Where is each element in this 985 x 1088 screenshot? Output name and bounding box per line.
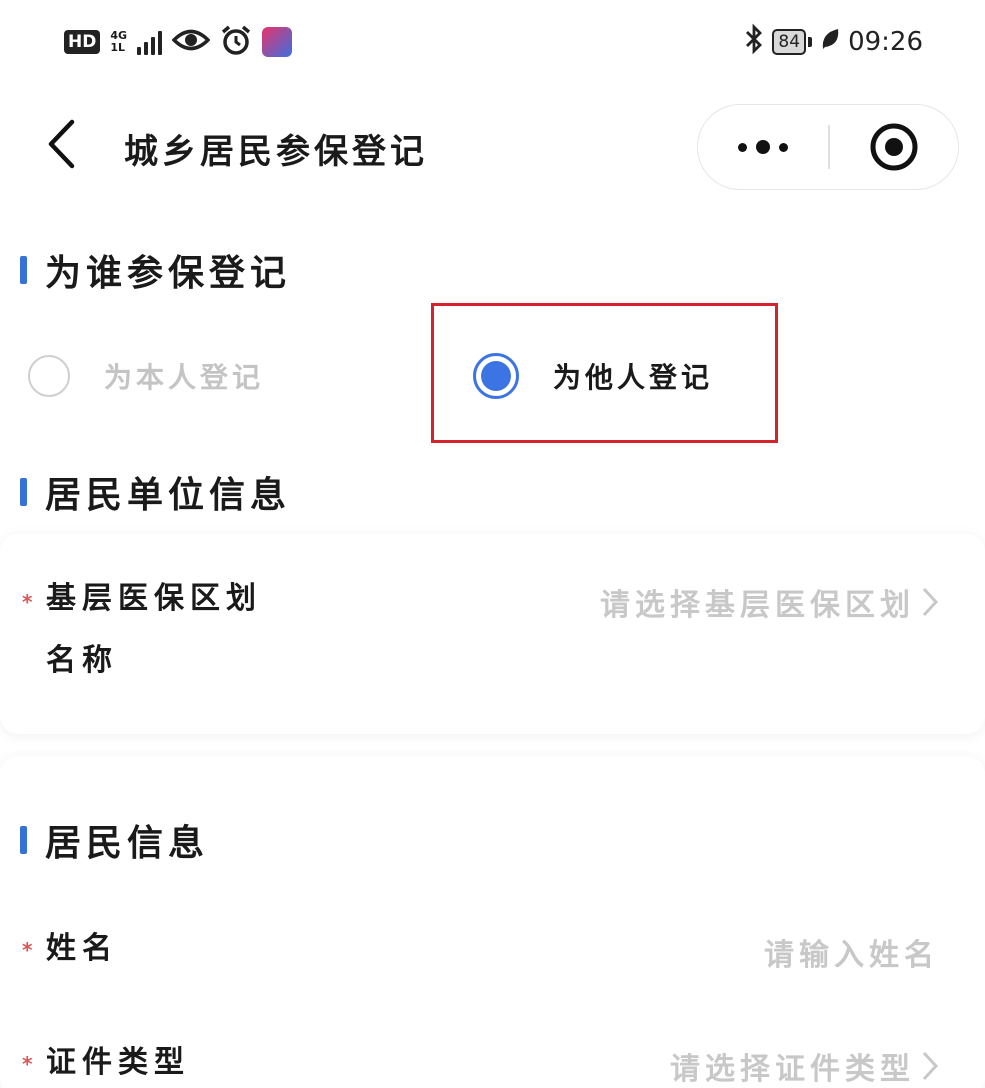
id-type-placeholder: 请选择证件类型 (670, 1052, 915, 1087)
name-label: 姓名 (46, 931, 118, 966)
nav-bar: 城乡居民参保登记 (0, 96, 985, 196)
district-label-line1: 基层医保区划 (46, 581, 262, 616)
radio-self-circle[interactable] (28, 355, 70, 397)
chevron-left-icon (48, 119, 75, 169)
miniprogram-capsule (697, 104, 959, 190)
close-button[interactable] (830, 105, 959, 189)
more-button[interactable] (698, 105, 828, 189)
form-row-district[interactable]: * 基层医保区划 名称 请选择基层医保区划 (0, 568, 985, 698)
name-placeholder: 请输入姓名 (764, 938, 939, 973)
status-bar: HD 4G 1L 84 09:26 (0, 0, 985, 84)
network-type-bottom: 1L (110, 41, 126, 54)
section-who-title: 为谁参保登记 (20, 244, 291, 296)
section-accent-bar (20, 478, 27, 506)
radio-self-label: 为本人登记 (104, 361, 265, 394)
district-select[interactable]: 请选择基层医保区划 (600, 580, 939, 624)
section-accent-bar (20, 256, 27, 284)
district-placeholder: 请选择基层医保区划 (600, 588, 915, 623)
district-label-line2: 名称 (46, 643, 118, 678)
signal-icon (137, 29, 163, 55)
form-row-name[interactable]: * 姓名 请输入姓名 (0, 918, 985, 980)
eye-icon (171, 27, 211, 57)
leaf-icon (820, 27, 840, 58)
resident-card: 居民信息 * 姓名 请输入姓名 * 证件类型 请选择证件类型 (0, 756, 985, 1088)
page: HD 4G 1L 84 09:26 城乡居民参保登记 为谁参保登记 为本人登记 … (0, 0, 985, 1088)
name-input[interactable]: 请输入姓名 (764, 930, 939, 974)
page-title: 城乡居民参保登记 (124, 132, 428, 172)
back-button[interactable] (36, 116, 86, 172)
alarm-icon (220, 24, 252, 60)
target-close-icon (870, 123, 918, 171)
required-mark: * (22, 938, 33, 962)
app-notification-icon (262, 27, 293, 57)
section-unit-title: 居民单位信息 (20, 466, 291, 518)
section-accent-bar (20, 826, 27, 854)
section-resident-title: 居民信息 (20, 814, 209, 866)
battery-icon: 84 (772, 29, 813, 55)
bluetooth-icon (744, 23, 764, 62)
highlight-box (431, 303, 778, 443)
status-bar-right: 84 09:26 (744, 22, 923, 62)
battery-level: 84 (772, 29, 807, 55)
id-type-select[interactable]: 请选择证件类型 (670, 1044, 939, 1088)
status-time: 09:26 (848, 27, 923, 57)
radio-self[interactable]: 为本人登记 (28, 355, 264, 397)
unit-card: * 基层医保区划 名称 请选择基层医保区划 (0, 534, 985, 734)
section-resident-title-text: 居民信息 (45, 822, 210, 864)
required-mark: * (22, 590, 33, 614)
status-bar-left: HD 4G 1L (64, 22, 293, 62)
section-who-title-text: 为谁参保登记 (45, 252, 292, 294)
id-type-label: 证件类型 (46, 1045, 190, 1080)
chevron-right-icon (922, 1051, 939, 1081)
required-mark: * (22, 1052, 33, 1076)
chevron-right-icon (922, 587, 939, 617)
hd-badge: HD (64, 30, 101, 54)
form-row-id-type[interactable]: * 证件类型 请选择证件类型 (0, 1032, 985, 1088)
more-dots-icon (738, 142, 747, 152)
network-type: 4G 1L (110, 30, 127, 54)
section-unit-title-text: 居民单位信息 (45, 474, 292, 516)
